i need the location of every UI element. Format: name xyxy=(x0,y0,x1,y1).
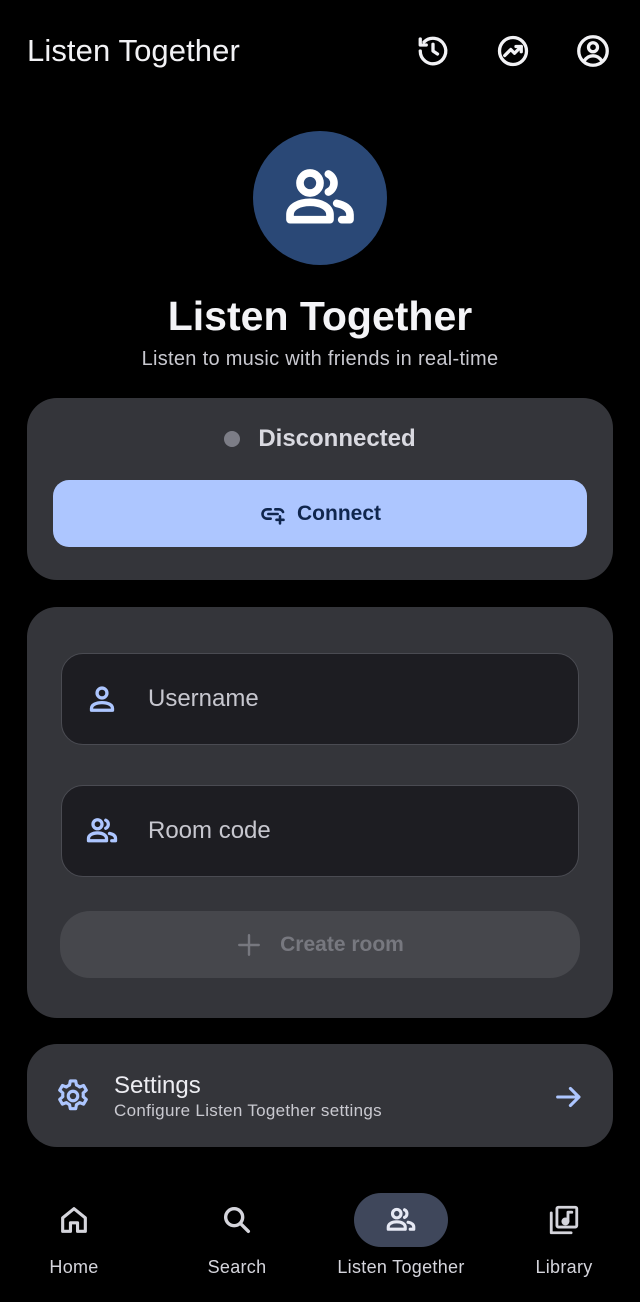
nav-listen-together-icon-wrap xyxy=(354,1193,448,1247)
connect-label: Connect xyxy=(297,501,381,525)
room-code-field[interactable] xyxy=(61,785,579,877)
username-input[interactable] xyxy=(148,685,578,713)
nav-library-icon-wrap xyxy=(517,1193,611,1247)
plus-icon xyxy=(238,933,261,956)
person-icon-wrap xyxy=(82,679,122,719)
nav-label-home: Home xyxy=(49,1257,99,1277)
people-icon xyxy=(286,169,354,224)
history-icon xyxy=(418,36,448,66)
hero-subtitle: Listen to music with friends in real-tim… xyxy=(141,348,499,370)
group-icon xyxy=(86,818,118,843)
status-dot xyxy=(224,431,241,447)
create-room-button[interactable]: Create room xyxy=(60,911,580,978)
trending-icon xyxy=(497,35,529,67)
status-text: Disconnected xyxy=(258,425,416,452)
history-button[interactable] xyxy=(411,29,455,73)
username-field[interactable] xyxy=(61,653,579,745)
arrow-right-icon xyxy=(556,1086,581,1108)
nav-home[interactable]: Home xyxy=(0,1193,154,1293)
home-icon xyxy=(61,1207,87,1233)
settings-subtitle: Configure Listen Together settings xyxy=(114,1101,382,1120)
room-code-input[interactable] xyxy=(148,817,578,845)
nav-label-listen-together: Listen Together xyxy=(337,1257,465,1277)
group-icon-wrap xyxy=(82,811,122,851)
search-icon xyxy=(223,1206,251,1234)
connection-status: Disconnected xyxy=(0,421,640,457)
account-icon xyxy=(577,35,609,67)
hero-avatar xyxy=(253,131,387,265)
library-music-icon xyxy=(549,1205,579,1235)
nav-listen-together[interactable]: Listen Together xyxy=(321,1193,481,1293)
create-room-label: Create room xyxy=(280,932,404,956)
nav-search-icon-wrap xyxy=(190,1193,284,1247)
stats-button[interactable] xyxy=(491,29,535,73)
people-icon xyxy=(386,1207,416,1231)
nav-home-icon-wrap xyxy=(27,1193,121,1247)
app-title: Listen Together xyxy=(27,33,240,68)
settings-title: Settings xyxy=(114,1072,201,1099)
account-button[interactable] xyxy=(571,29,615,73)
nav-label-library: Library xyxy=(535,1257,593,1277)
hero-title: Listen Together xyxy=(167,293,473,339)
nav-label-search: Search xyxy=(207,1257,267,1277)
person-icon xyxy=(89,686,115,712)
nav-search[interactable]: Search xyxy=(157,1193,317,1293)
gear-icon xyxy=(58,1079,88,1111)
nav-library[interactable]: Library xyxy=(484,1193,640,1293)
add-link-icon xyxy=(261,507,285,525)
connect-button[interactable]: Connect xyxy=(53,480,587,547)
